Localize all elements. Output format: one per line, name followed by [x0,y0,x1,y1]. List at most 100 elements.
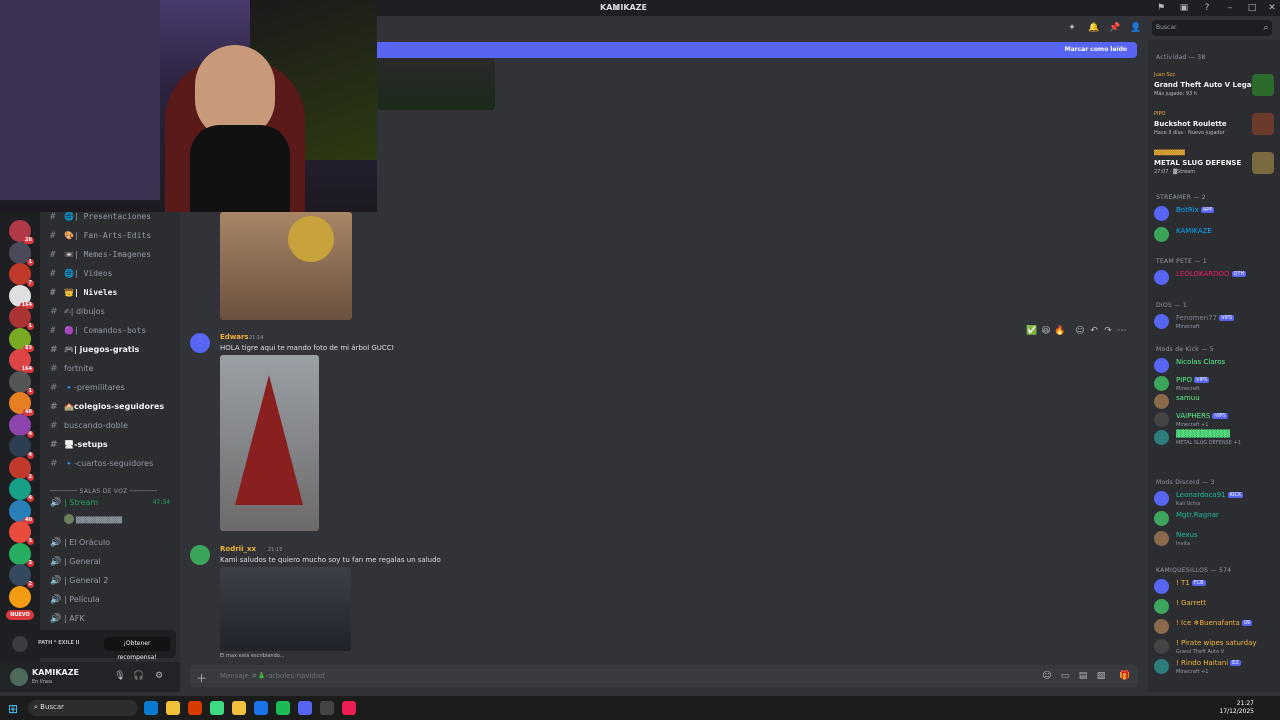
tiktok-icon[interactable] [342,701,356,715]
channel-item[interactable]: # 🔹-cuartos-seguidores [50,456,178,472]
member-item[interactable]: ▓▓▓▓▓▓▓▓▓▓ METAL SLUG DEFENSE +1 [1154,428,1278,448]
channel-item[interactable]: # 🟣| Comandos-bots [50,323,178,339]
message-composer[interactable] [190,665,1138,687]
server-icon[interactable]: 164 [9,349,34,373]
member-item[interactable]: samuu [1154,392,1278,412]
pin-icon[interactable]: 📌 [1109,22,1121,34]
sticker-icon[interactable]: ▤ [1077,670,1089,682]
attachment-image[interactable] [220,567,351,651]
server-icon[interactable]: 4 [9,478,34,502]
channel-item[interactable]: # ✍| dibujos [50,304,178,320]
member-item[interactable]: Nicolas Claros [1154,356,1278,376]
server-icon[interactable]: 1 [9,306,34,330]
member-item[interactable]: ! Ice ❄Buenafanta 09 [1154,617,1278,637]
server-icon[interactable]: 83 [9,327,34,352]
member-item[interactable]: ! Pirate wipes saturday Grand Theft Auto … [1154,637,1278,657]
search-input[interactable]: Buscar [1152,20,1272,36]
mark-as-read-label[interactable]: Marcar como leído [1065,46,1127,53]
member-item[interactable]: BotRix APP [1154,204,1278,224]
member-item[interactable]: Fenomen77 VIPS Minecraft [1154,312,1278,332]
server-icon[interactable]: 48 [9,392,34,416]
new-server-badge[interactable]: NUEVO [6,610,34,620]
server-icon[interactable]: 40 [9,499,34,524]
member-list-icon[interactable]: 👤 [1130,22,1142,34]
server-icon[interactable]: 2 [9,456,34,481]
voice-channel[interactable]: 🔊 | Película [50,592,178,608]
server-icon[interactable]: 164 [9,284,34,309]
claim-reward-button[interactable]: ¡Obtener recompensa! [104,637,170,661]
channel-item[interactable]: # 👑| Niveles [50,285,178,301]
spotify-icon[interactable] [276,701,290,715]
gif-icon[interactable]: ▭ [1059,670,1071,682]
user-name[interactable]: KAMIKAZE [32,668,79,677]
reply-icon[interactable]: ↶ [1088,325,1100,337]
voice-user[interactable]: ▓▓▓▓▓▓▓▓▓▓ [64,513,192,529]
maximize-icon[interactable]: □ [1246,2,1258,14]
search-icon[interactable]: ⌕ [1260,22,1272,34]
voice-channel[interactable]: 🔊 | El Oráculo [50,535,178,551]
activity-card[interactable]: Juan Scz Grand Theft Auto V Legacy Más jug… [1154,72,1278,108]
member-item[interactable]: Nexus Invita [1154,529,1278,549]
voice-channel-stream[interactable]: 🔊 | Stream 47:34 [50,495,178,511]
discord-icon[interactable] [298,701,312,715]
server-icon[interactable]: 3 [9,521,34,545]
headphones-icon[interactable]: 🎧 [133,670,145,682]
server-icon[interactable] [9,585,31,608]
taskbar-search-input[interactable]: ⌕ Buscar [28,700,138,716]
server-icon[interactable]: 26 [9,220,34,244]
laugh-reaction-icon[interactable]: 😆 [1040,325,1052,337]
office-icon[interactable] [188,701,202,715]
settings-gear-icon[interactable]: ⚙ [153,670,165,682]
check-reaction-icon[interactable]: ✅ [1026,325,1038,337]
notes-icon[interactable] [210,701,224,715]
gift-icon[interactable]: 🎁 [1119,670,1131,682]
activity-card[interactable]: PIPO Buckshot Roulette Hace 3 días · Nuevo… [1154,111,1278,147]
attachment-image[interactable] [377,58,495,110]
member-item[interactable]: ! Rindo Haitani EZ Minecraft +1 [1154,657,1278,677]
avatar[interactable] [190,333,210,353]
more-options-icon[interactable]: ⋯ [1116,325,1128,337]
voice-category-header[interactable]: ─────── SALAS DE VOZ ─────── [50,488,178,495]
server-icon[interactable]: 1 [9,241,34,266]
member-item[interactable]: PIPO VIPS Minecraft [1154,374,1278,394]
message-input[interactable]: Mensaje #🎄-arboles-navidad [220,672,325,680]
member-item[interactable]: LEOLOKARDOO QTH [1154,268,1278,288]
message-author[interactable]: Edwars [220,333,249,341]
edge-icon[interactable] [144,701,158,715]
attachment-image[interactable] [220,212,352,320]
channel-item[interactable]: # 🎨| Fan-Arts-Edits [50,228,178,244]
channel-item[interactable]: # buscando-doble [50,418,178,434]
channel-item[interactable]: # fortnite [50,361,178,377]
microphone-icon[interactable]: 🎙 [114,670,126,682]
forward-icon[interactable]: ↷ [1102,325,1114,337]
server-icon[interactable]: 3 [9,542,34,567]
unread-bar[interactable]: Marcar como leído [377,42,1137,58]
member-item[interactable]: ! Garrett [1154,597,1278,617]
channel-item[interactable]: # 🌐| Videos [50,266,178,282]
member-item[interactable]: Mgtr.Ragnar [1154,509,1278,529]
channel-item[interactable]: # 🏫colegios-seguidores [50,399,178,415]
voice-channel[interactable]: 🔊 | General 2 [50,573,178,589]
fire-reaction-icon[interactable]: 🔥 [1054,325,1066,337]
member-item[interactable]: ! T1 FCB [1154,577,1278,597]
channel-item[interactable]: # 🖥-setups [50,437,178,453]
voice-channel[interactable]: 🔊 | AFK [50,611,178,627]
voice-channel[interactable]: 🔊 | General [50,554,178,570]
emoji-icon[interactable]: ☺ [1041,670,1053,682]
notification-bell-icon[interactable]: 🔔 [1088,22,1100,34]
threads-icon[interactable]: ✦ [1066,22,1078,34]
files-icon[interactable] [232,701,246,715]
avatar[interactable] [190,545,210,565]
member-item[interactable]: VAIPHERS VIPS Minecraft +1 [1154,410,1278,430]
image-icon[interactable]: ▨ [1095,670,1107,682]
member-item[interactable]: Leonardoca91 KICK Kali Uchis [1154,489,1278,509]
activity-card[interactable]: ▓▓▓▓▓▓▓▓ METAL SLUG DEFENSE 27:07 · ▓Strea… [1154,150,1278,186]
channel-item[interactable]: # 🎮| juegos-gratis [50,342,178,358]
message-author[interactable]: Rodrii_xx [220,545,256,553]
server-icon[interactable]: 1 [9,370,34,395]
system-clock[interactable]: 21:27 17/12/2025 [1219,700,1254,716]
server-icon[interactable]: 7 [9,263,34,287]
attachment-image[interactable] [220,355,319,531]
help-icon[interactable]: ? [1201,2,1213,14]
add-attachment-icon[interactable]: ＋ [196,670,207,686]
